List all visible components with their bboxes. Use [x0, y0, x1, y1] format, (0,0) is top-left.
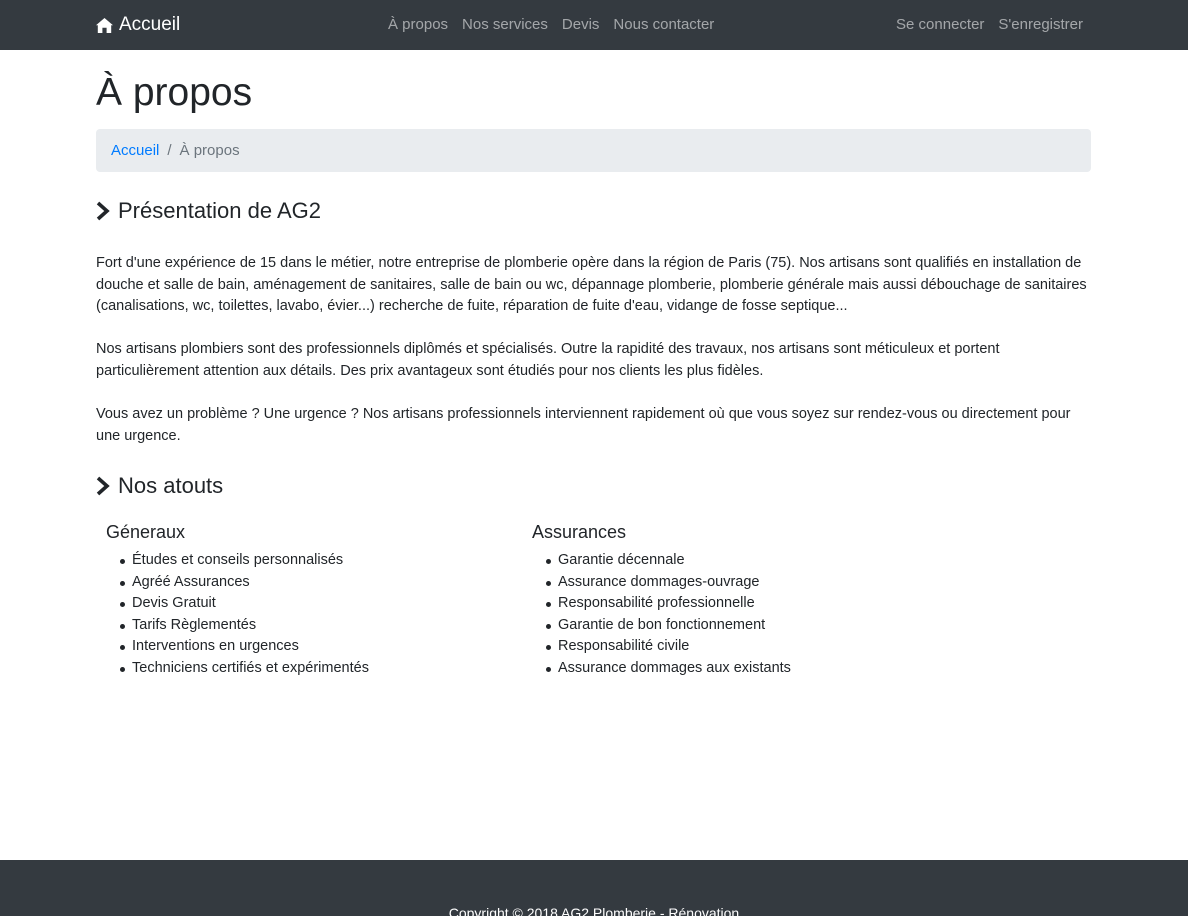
main-nav: À propos Nos services Devis Nous contact… — [381, 14, 721, 36]
nav-link-a-propos[interactable]: À propos — [381, 14, 455, 36]
top-navbar: Accueil À propos Nos services Devis Nous… — [0, 0, 1188, 50]
list-item: Responsabilité civile — [532, 636, 791, 658]
brand-home-link[interactable]: Accueil — [96, 13, 180, 37]
chevron-right-icon — [96, 476, 110, 496]
presentation-paragraph-2: Nos artisans plombiers sont des professi… — [96, 341, 1000, 379]
presentation-paragraph-3: Vous avez un problème ? Une urgence ? No… — [96, 406, 1071, 444]
list-item: Responsabilité professionnelle — [532, 593, 791, 615]
list-item: Assurance dommages aux existants — [532, 658, 791, 680]
nav-link-devis[interactable]: Devis — [555, 14, 607, 36]
generaux-list: Études et conseils personnalisés Agréé A… — [106, 550, 369, 679]
list-item: Assurance dommages-ouvrage — [532, 572, 791, 594]
presentation-heading-text: Présentation de AG2 — [118, 198, 322, 223]
breadcrumb-home-link[interactable]: Accueil — [111, 142, 159, 159]
home-icon — [96, 17, 113, 33]
list-item: Études et conseils personnalisés — [106, 550, 369, 572]
footer-copyright: Copyright © 2018 AG2 Plomberie - Rénovat… — [448, 905, 740, 916]
nav-link-nos-services[interactable]: Nos services — [455, 14, 555, 36]
assurances-title: Assurances — [532, 522, 627, 542]
list-item: Agréé Assurances — [106, 572, 369, 594]
list-item: Garantie de bon fonctionnement — [532, 615, 791, 637]
list-item: Techniciens certifiés et expérimentés — [106, 658, 369, 680]
presentation-heading: Présentation de AG2 — [96, 197, 321, 225]
brand-label: Accueil — [119, 14, 181, 35]
page-title: À propos — [96, 71, 253, 114]
chevron-right-icon — [96, 201, 110, 221]
account-nav: Se connecter S'enregistrer — [889, 14, 1090, 36]
atouts-heading: Nos atouts — [96, 472, 223, 500]
nav-link-nous-contacter[interactable]: Nous contacter — [606, 14, 721, 36]
presentation-paragraph-1: Fort d'une expérience de 15 dans le méti… — [96, 255, 1087, 314]
list-item: Garantie décennale — [532, 550, 791, 572]
footer: Copyright © 2018 AG2 Plomberie - Rénovat… — [0, 860, 1188, 916]
assurances-list: Garantie décennale Assurance dommages-ou… — [532, 550, 791, 679]
list-item: Tarifs Règlementés — [106, 615, 369, 637]
atouts-heading-text: Nos atouts — [118, 473, 224, 498]
breadcrumb-current: À propos — [179, 142, 240, 159]
breadcrumb: Accueil / À propos — [96, 129, 1091, 172]
login-link[interactable]: Se connecter — [889, 14, 991, 36]
list-item: Devis Gratuit — [106, 593, 369, 615]
generaux-title: Géneraux — [106, 522, 186, 542]
list-item: Interventions en urgences — [106, 636, 369, 658]
breadcrumb-separator: / — [167, 142, 172, 159]
register-link[interactable]: S'enregistrer — [991, 14, 1090, 36]
